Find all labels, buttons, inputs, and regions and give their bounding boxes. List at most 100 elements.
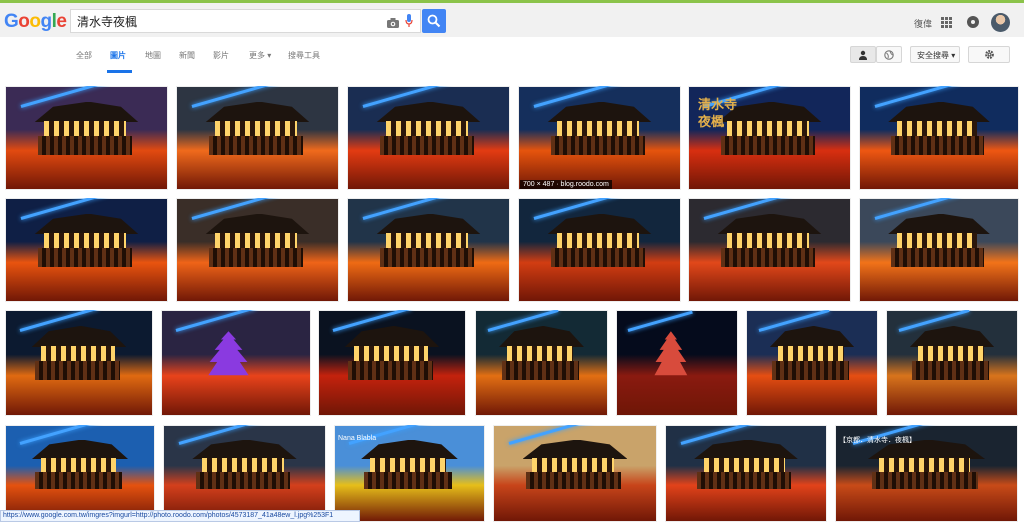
- image-result[interactable]: [176, 198, 339, 302]
- tab-videos[interactable]: 影片: [213, 50, 229, 61]
- settings-button[interactable]: [968, 46, 1010, 63]
- temple-stage: [379, 135, 475, 155]
- temple-stage: [550, 247, 646, 267]
- camera-icon[interactable]: [387, 15, 399, 33]
- image-result[interactable]: [475, 310, 608, 416]
- logo-letter: G: [4, 11, 19, 32]
- temple-stage: [37, 247, 133, 267]
- image-result[interactable]: [518, 198, 681, 302]
- image-result[interactable]: [859, 86, 1019, 190]
- image-results-grid: 700 × 487 · blog.roodo.com 清水寺 夜楓 Nana Bla…: [0, 73, 1024, 522]
- image-result[interactable]: [5, 425, 155, 522]
- apps-grid-icon[interactable]: [941, 17, 952, 28]
- temple-roof: [192, 439, 297, 459]
- google-logo[interactable]: Google: [4, 11, 67, 33]
- notifications-icon[interactable]: [967, 16, 979, 28]
- logo-letter: o: [18, 11, 30, 32]
- temple-roof: [522, 439, 628, 459]
- temple-stage: [697, 471, 792, 489]
- temple-roof: [32, 439, 128, 459]
- header-bar: Google 復偉: [0, 3, 1024, 37]
- temple-roof: [205, 213, 310, 235]
- image-result[interactable]: [616, 310, 738, 416]
- image-result[interactable]: [5, 198, 168, 302]
- tab-maps[interactable]: 地圖: [145, 50, 161, 61]
- temple-stage: [208, 247, 304, 267]
- temple-roof: [498, 325, 585, 348]
- image-result[interactable]: [347, 198, 510, 302]
- temple-hall: [41, 457, 116, 473]
- image-size-caption: 700 × 487 · blog.roodo.com: [520, 180, 612, 189]
- temple-stage: [720, 135, 816, 155]
- image-result[interactable]: [746, 310, 878, 416]
- pagoda-shape: [654, 331, 688, 376]
- image-result[interactable]: [347, 86, 510, 190]
- temple-stage: [871, 471, 978, 489]
- image-result[interactable]: 【京都．清水寺．夜楓】: [835, 425, 1018, 522]
- temple-hall: [215, 121, 297, 137]
- safe-search-label: 安全搜尋 ▾: [917, 51, 956, 60]
- temple-stage: [195, 471, 291, 489]
- public-results-button[interactable]: [876, 46, 902, 63]
- image-result[interactable]: [163, 425, 326, 522]
- temple-stage: [891, 247, 984, 267]
- image-result[interactable]: [5, 86, 168, 190]
- search-icon: [427, 14, 441, 28]
- temple-stage: [35, 471, 122, 489]
- tab-news[interactable]: 新聞: [179, 50, 195, 61]
- temple-stage: [37, 135, 133, 155]
- temple-roof: [34, 213, 139, 235]
- temple-stage: [550, 135, 646, 155]
- image-result[interactable]: [161, 310, 311, 416]
- image-result[interactable]: [493, 425, 657, 522]
- temple-hall: [353, 346, 428, 362]
- avatar[interactable]: [991, 13, 1010, 32]
- temple-hall: [44, 121, 126, 137]
- search-button[interactable]: [422, 9, 446, 33]
- image-result[interactable]: [176, 86, 339, 190]
- pagoda-shape: [208, 331, 249, 376]
- temple-hall: [532, 457, 615, 473]
- image-result[interactable]: 700 × 487 · blog.roodo.com: [518, 86, 681, 190]
- temple-hall: [878, 457, 971, 473]
- image-result[interactable]: [318, 310, 466, 416]
- image-result[interactable]: [688, 198, 851, 302]
- temple-roof: [717, 213, 822, 235]
- tab-images[interactable]: 圖片: [110, 50, 126, 61]
- tab-all[interactable]: 全部: [76, 50, 92, 61]
- temple-hall: [370, 457, 446, 473]
- temple-stage: [525, 471, 621, 489]
- temple-roof: [344, 325, 440, 348]
- temple-hall: [777, 346, 844, 362]
- temple-hall: [897, 233, 978, 249]
- logo-letter: o: [29, 11, 41, 32]
- temple-roof: [887, 213, 991, 235]
- image-result[interactable]: [5, 310, 153, 416]
- search-box[interactable]: [70, 9, 421, 33]
- private-results-button[interactable]: [850, 46, 876, 63]
- temple-roof: [547, 213, 652, 235]
- image-result[interactable]: [859, 198, 1019, 302]
- tab-search-tools[interactable]: 搜尋工具: [288, 50, 320, 61]
- temple-hall: [40, 346, 115, 362]
- gear-icon: [985, 50, 994, 59]
- image-result[interactable]: [886, 310, 1018, 416]
- temple-hall: [727, 121, 809, 137]
- microphone-icon[interactable]: [405, 14, 413, 33]
- image-result[interactable]: 清水寺 夜楓: [688, 86, 851, 190]
- temple-stage: [772, 360, 849, 380]
- image-result[interactable]: Nana Blabla: [334, 425, 485, 522]
- tab-more[interactable]: 更多 ▾: [249, 50, 271, 61]
- temple-roof: [376, 213, 481, 235]
- temple-roof: [909, 325, 995, 348]
- light-beam: [175, 310, 256, 333]
- globe-icon: [884, 50, 894, 60]
- safe-search-button[interactable]: 安全搜尋 ▾: [910, 46, 960, 63]
- temple-hall: [386, 233, 468, 249]
- search-input[interactable]: [77, 13, 377, 29]
- temple-stage: [347, 360, 434, 380]
- image-overlay-text: 【京都．清水寺．夜楓】: [839, 437, 916, 444]
- account-name[interactable]: 復偉: [914, 17, 932, 30]
- temple-hall: [727, 233, 809, 249]
- image-result[interactable]: [665, 425, 827, 522]
